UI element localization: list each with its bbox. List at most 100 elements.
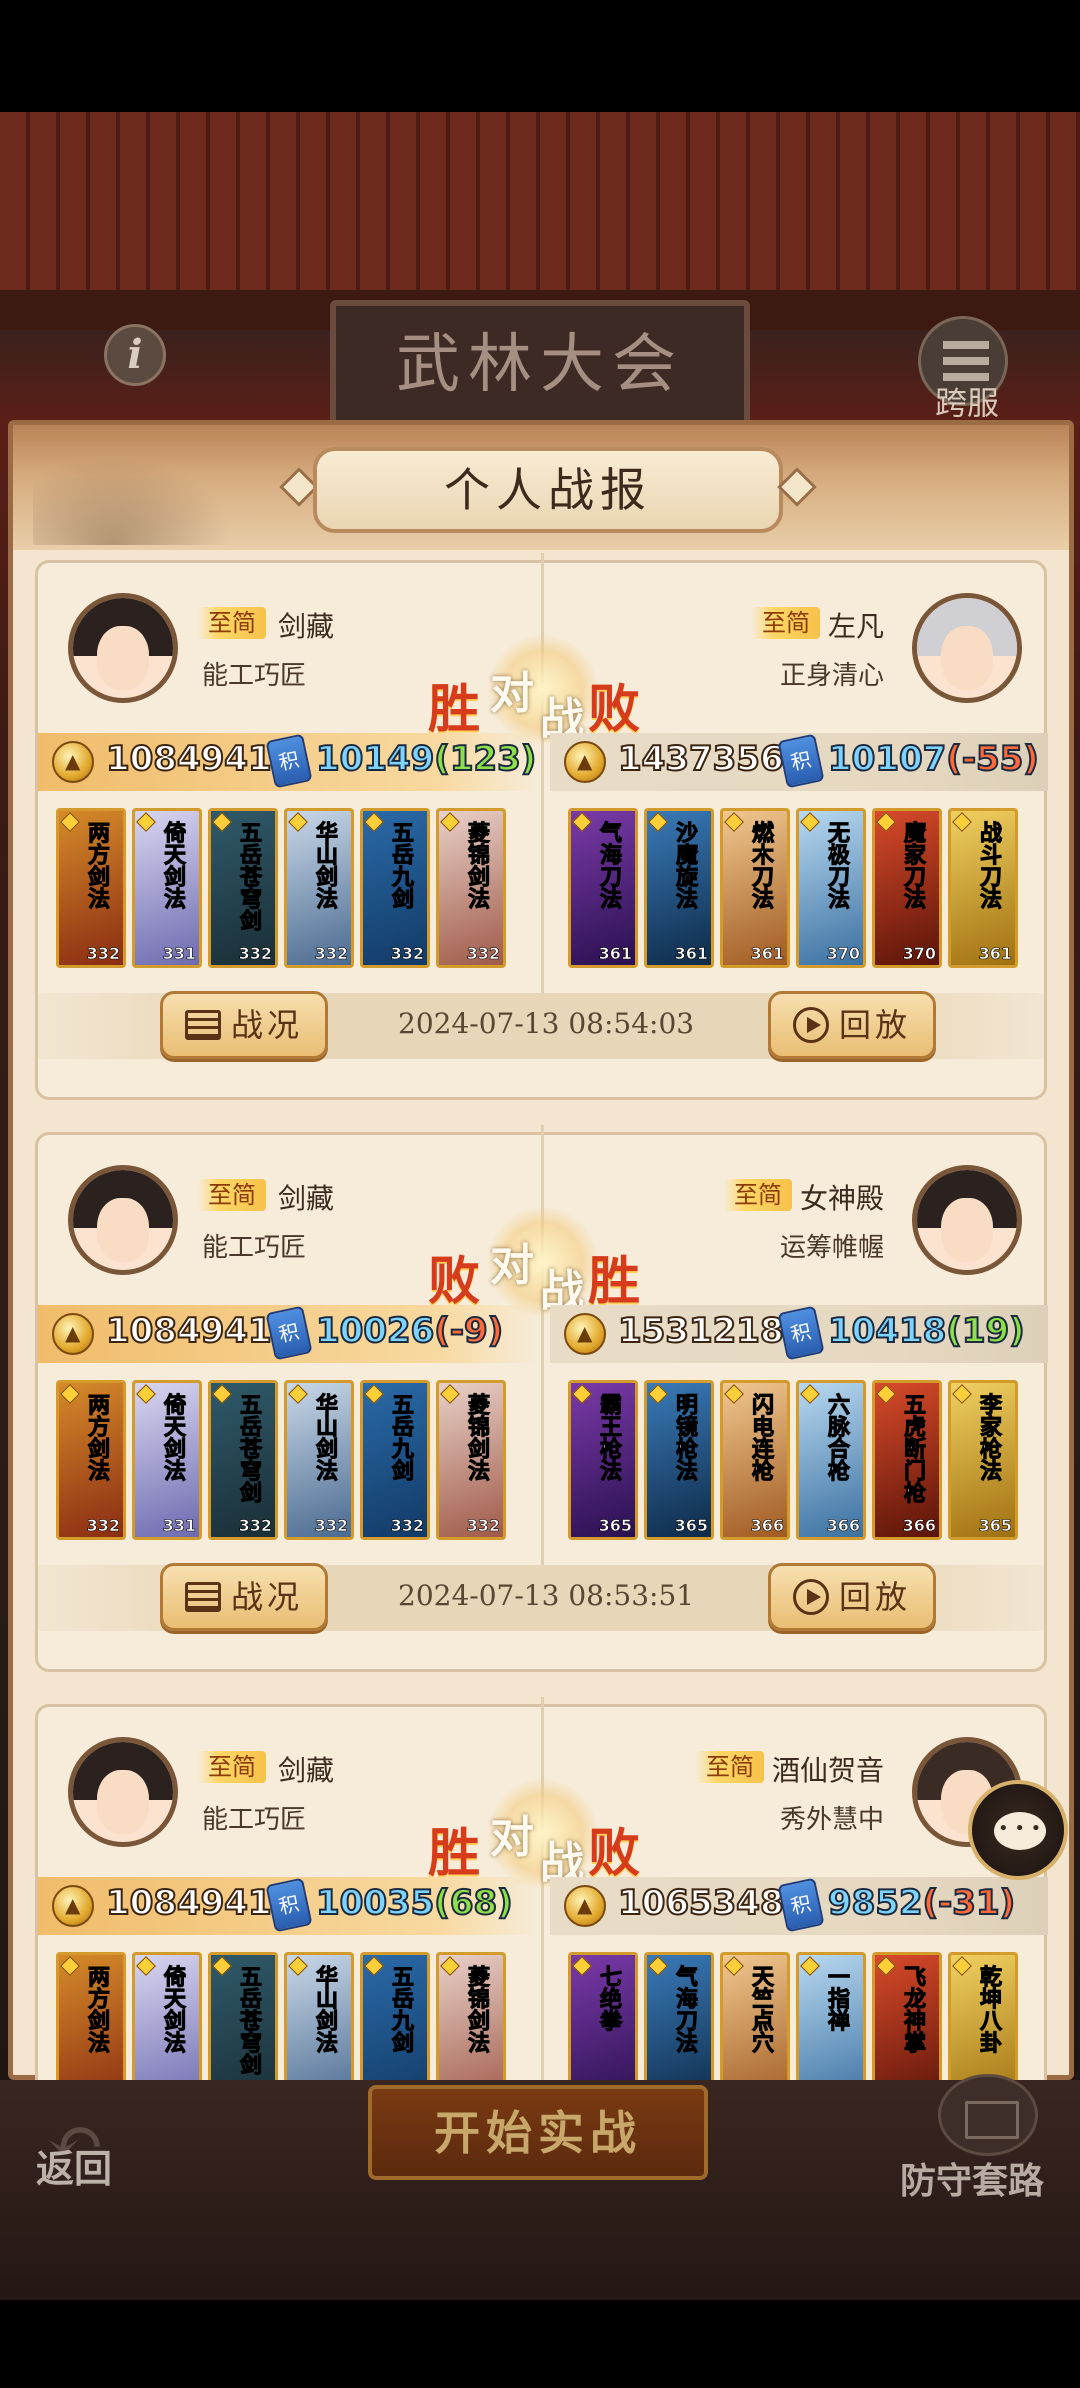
start-battle-button[interactable]: 开始实战 <box>368 2085 708 2180</box>
play-icon <box>792 1006 829 1043</box>
opponent-avatar[interactable] <box>912 593 1022 703</box>
skill-name: 菱锦剑法 <box>464 1393 491 1482</box>
battle-situation-label: 战况 <box>230 1006 303 1044</box>
skill-card[interactable]: 霸王枪法 365 <box>568 1380 638 1540</box>
skill-card[interactable]: 两方剑法 332 <box>56 808 126 968</box>
panel-title: 个人战报 <box>313 447 783 533</box>
skill-level: 332 <box>86 1516 120 1536</box>
player-avatar[interactable] <box>68 1737 178 1847</box>
skill-card[interactable]: 华山剑法 <box>284 1952 354 2080</box>
skill-card[interactable]: 华山剑法 332 <box>284 1380 354 1540</box>
power-coin-icon <box>52 1885 94 1927</box>
skill-card[interactable]: 沙魔旋法 361 <box>644 808 714 968</box>
skill-level: 332 <box>390 944 424 964</box>
defense-routine-button[interactable]: 防守套路 <box>900 2070 1070 2220</box>
score-change: (19) <box>945 1310 1025 1352</box>
skill-card[interactable]: 两方剑法 332 <box>56 1380 126 1540</box>
score-change: (-31) <box>922 1882 1017 1924</box>
skill-card[interactable]: 天竺点穴 <box>720 1952 790 2080</box>
opponent-avatar[interactable] <box>912 1165 1022 1275</box>
score-change: (-9) <box>433 1310 504 1352</box>
battle-actions: 战况 2024-07-13 08:54:03 回放 <box>38 991 1044 1059</box>
skill-card[interactable]: 五岳苍穹剑 332 <box>208 1380 278 1540</box>
avatar-face <box>97 626 149 690</box>
skill-card[interactable]: 五岳九剑 <box>360 1952 430 2080</box>
skill-card[interactable]: 燃木刀法 361 <box>720 808 790 968</box>
score-badge-icon: 积 <box>777 733 825 789</box>
skill-card[interactable]: 五岳苍穹剑 332 <box>208 808 278 968</box>
player-avatar[interactable] <box>68 593 178 703</box>
skill-level: 361 <box>978 944 1012 964</box>
skill-card[interactable]: 明镜枪法 365 <box>644 1380 714 1540</box>
replay-button[interactable]: 回放 <box>768 1563 936 1631</box>
avatar-face <box>941 626 993 690</box>
battle-list[interactable]: 至简剑藏能工巧匠左凡至简正身清心胜对战败1084941积10149(123)14… <box>13 550 1069 2080</box>
battle-situation-button[interactable]: 战况 <box>160 1563 328 1631</box>
ranking-score: 10149(123) <box>315 738 537 780</box>
skill-level: 332 <box>466 1516 500 1536</box>
defense-label: 防守套路 <box>900 2160 1045 2202</box>
skill-name: 无极刀法 <box>824 821 851 910</box>
score-value: 10418 <box>827 1310 947 1352</box>
replay-label: 回放 <box>838 1578 911 1616</box>
hall-signboard: 武林大会 <box>330 300 750 430</box>
power-coin-icon <box>564 741 606 783</box>
rank-badge: 至简 <box>198 1751 266 1783</box>
player-power-bar: 1084941积10035(68) <box>38 1877 538 1935</box>
skill-name: 沙魔旋法 <box>672 821 699 910</box>
skill-name: 明镜枪法 <box>672 1393 699 1482</box>
player-avatar[interactable] <box>68 1165 178 1275</box>
skill-card[interactable]: 乾坤八卦 <box>948 1952 1018 2080</box>
avatar-face <box>97 1198 149 1262</box>
skill-card[interactable]: 李家枪法 365 <box>948 1380 1018 1540</box>
hall-roof <box>0 112 1080 312</box>
skill-name: 李家枪法 <box>976 1393 1003 1482</box>
score-change: (-55) <box>945 738 1040 780</box>
skill-card[interactable]: 倚天剑法 331 <box>132 808 202 968</box>
score-change: (123) <box>433 738 537 780</box>
battle-timestamp: 2024-07-13 08:54:03 <box>398 1007 695 1040</box>
skill-card[interactable]: 华山剑法 332 <box>284 808 354 968</box>
rank-badge: 至简 <box>198 1179 266 1211</box>
skill-card[interactable]: 无极刀法 370 <box>796 808 866 968</box>
player-title: 能工巧匠 <box>202 661 307 691</box>
avatar-face <box>97 1770 149 1834</box>
skill-card[interactable]: 一指禅 <box>796 1952 866 2080</box>
skill-card[interactable]: 七绝拳 <box>568 1952 638 2080</box>
replay-button[interactable]: 回放 <box>768 991 936 1059</box>
skill-name: 气海刀法 <box>672 1965 699 2054</box>
skill-card[interactable]: 倚天剑法 331 <box>132 1380 202 1540</box>
skill-card[interactable]: 气海刀法 361 <box>568 808 638 968</box>
skill-card[interactable]: 飞龙神掌 <box>872 1952 942 2080</box>
combat-power: 1084941 <box>105 1310 273 1352</box>
skill-card[interactable]: 五虎断门枪 366 <box>872 1380 942 1540</box>
battle-situation-button[interactable]: 战况 <box>160 991 328 1059</box>
skill-level: 361 <box>674 944 708 964</box>
skill-name: 华山剑法 <box>312 1393 339 1482</box>
skill-card[interactable]: 菱锦剑法 <box>436 1952 506 2080</box>
skill-card[interactable]: 倚天剑法 <box>132 1952 202 2080</box>
skill-card[interactable]: 魔家刀法 370 <box>872 808 942 968</box>
score-badge-icon: 积 <box>265 733 313 789</box>
skill-level: 332 <box>390 1516 424 1536</box>
combat-power: 1531218 <box>617 1310 785 1352</box>
skill-card[interactable]: 五岳苍穹剑 <box>208 1952 278 2080</box>
skill-card[interactable]: 气海刀法 <box>644 1952 714 2080</box>
back-button[interactable]: ↶ 返回 <box>30 2090 150 2200</box>
skill-card[interactable]: 五岳九剑 332 <box>360 808 430 968</box>
skill-card[interactable]: 两方剑法 <box>56 1952 126 2080</box>
battle-actions: 战况 2024-07-13 08:53:51 回放 <box>38 1563 1044 1631</box>
skill-card[interactable]: 菱锦剑法 332 <box>436 1380 506 1540</box>
info-icon[interactable]: i <box>104 324 166 386</box>
skill-card[interactable]: 五岳九剑 332 <box>360 1380 430 1540</box>
chat-button[interactable] <box>968 1780 1068 1880</box>
skill-card[interactable]: 战斗刀法 361 <box>948 808 1018 968</box>
panel-header: 个人战报 <box>13 425 1069 550</box>
skill-card[interactable]: 菱锦剑法 332 <box>436 808 506 968</box>
replay-label: 回放 <box>838 1006 911 1044</box>
score-badge-icon: 积 <box>777 1305 825 1361</box>
skill-card[interactable]: 六脉合枪 366 <box>796 1380 866 1540</box>
skill-name: 闪电连枪 <box>748 1393 775 1482</box>
list-icon <box>184 1009 221 1040</box>
skill-card[interactable]: 闪电连枪 366 <box>720 1380 790 1540</box>
